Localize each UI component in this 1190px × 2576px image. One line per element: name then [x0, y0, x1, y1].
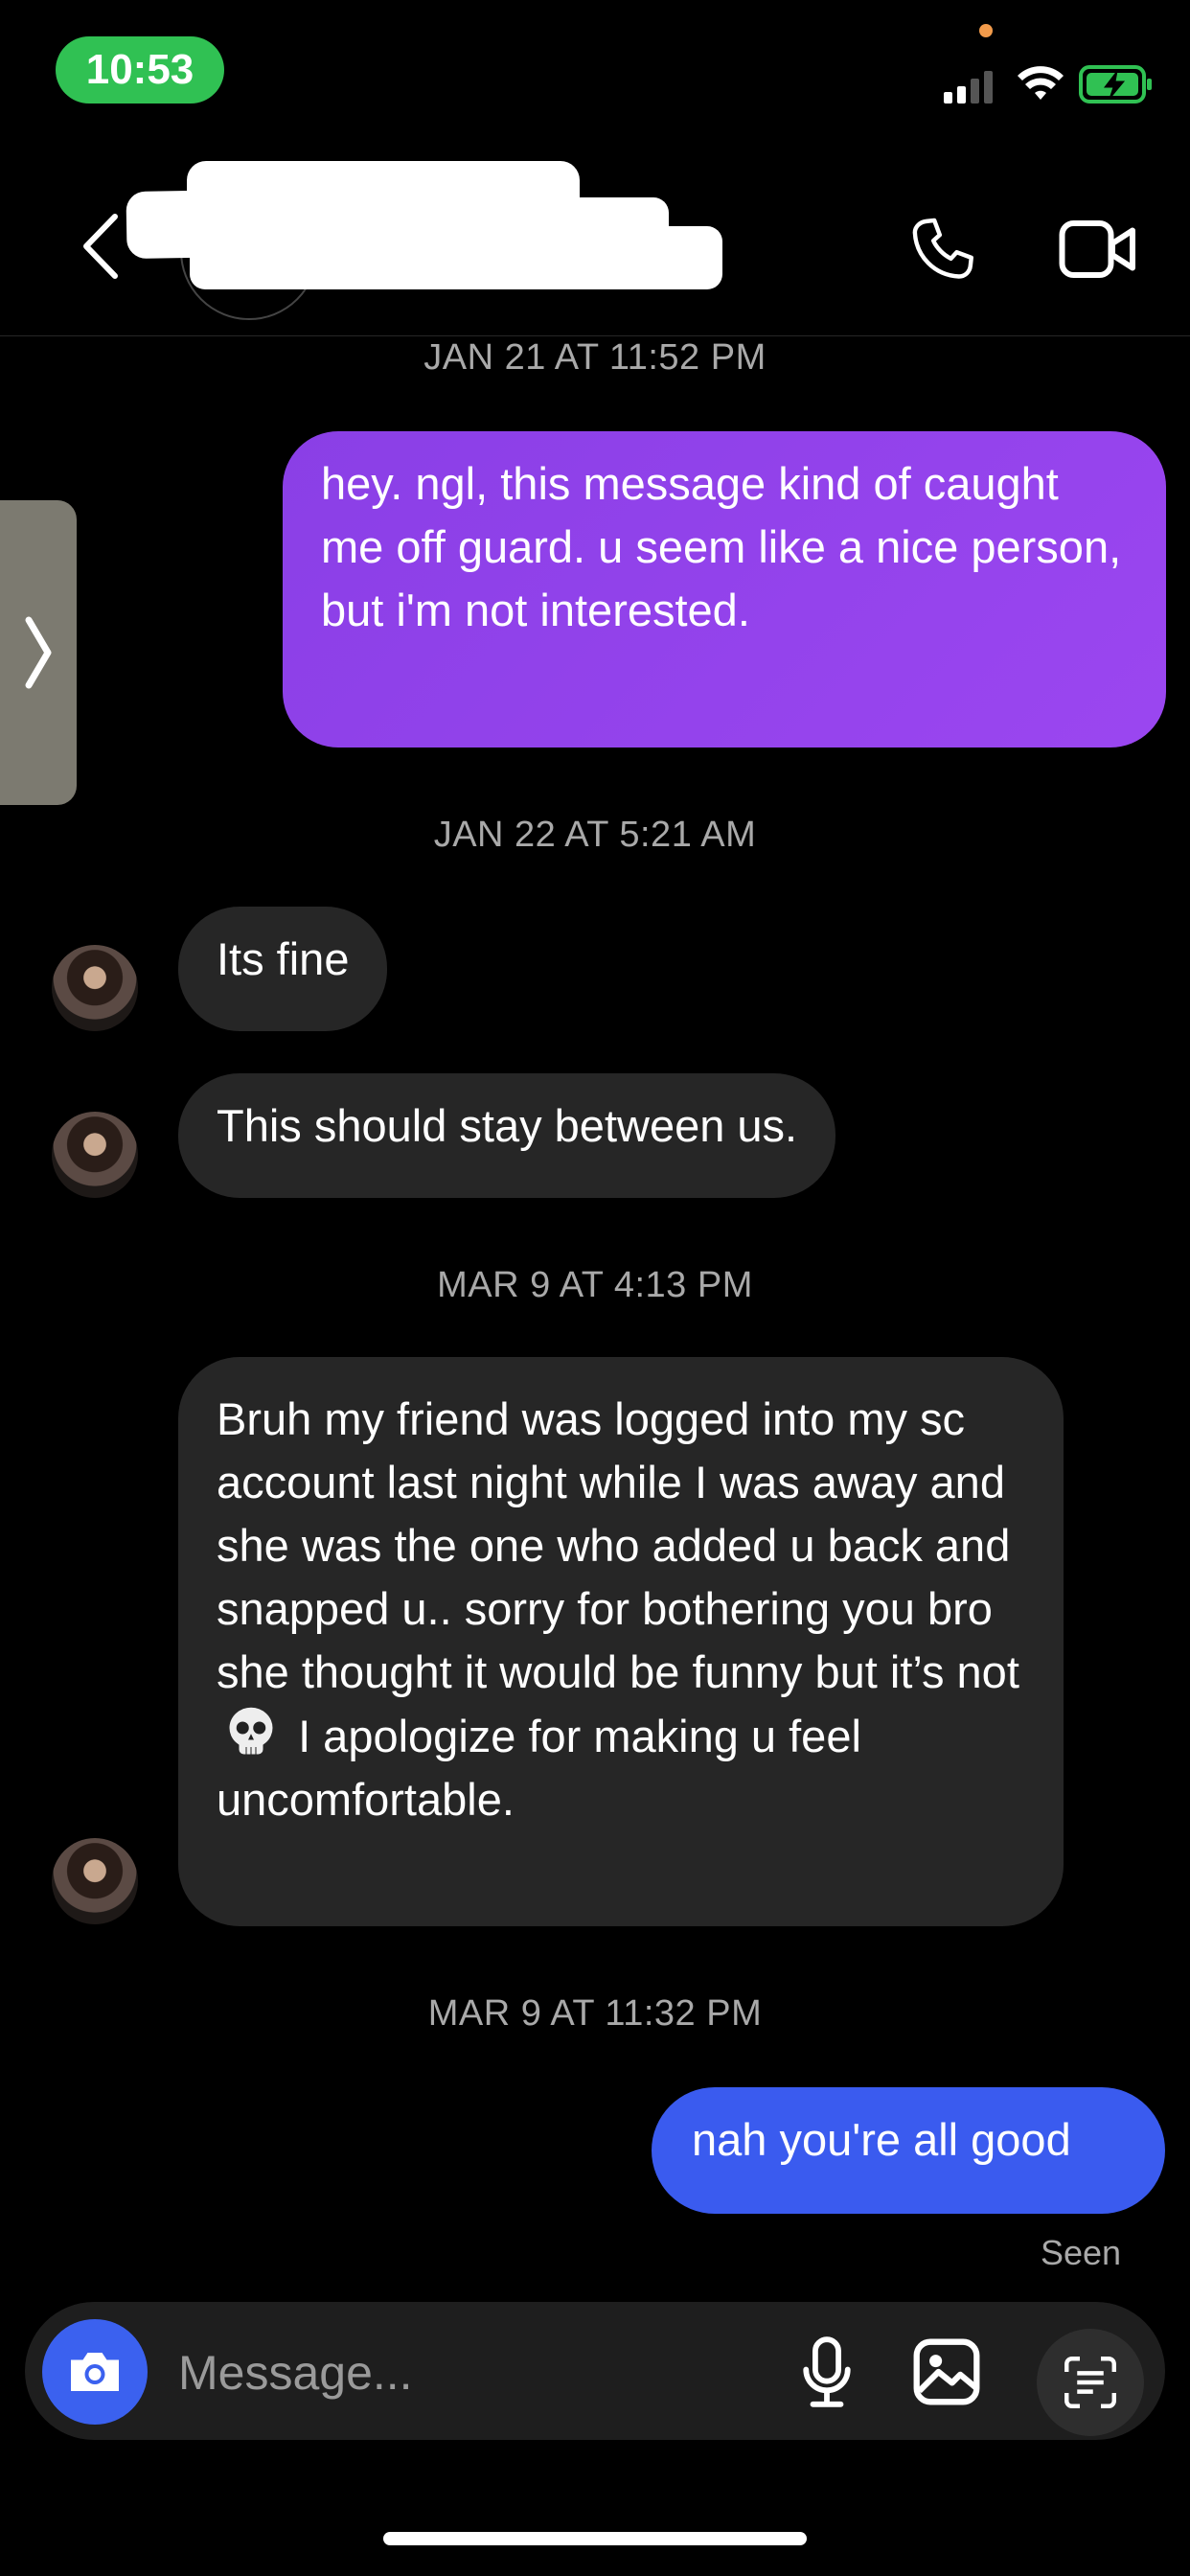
- timestamp: JAN 22 AT 5:21 AM: [433, 815, 757, 855]
- privacy-indicator-dot: [979, 24, 993, 37]
- received-message-bubble[interactable]: Bruh my friend was logged into my sc acc…: [178, 1357, 1064, 1926]
- camera-icon: [71, 2353, 119, 2391]
- sender-avatar[interactable]: [52, 945, 138, 1031]
- chevron-right-icon: [25, 616, 52, 689]
- microphone-icon[interactable]: [799, 2334, 855, 2409]
- image-icon[interactable]: [910, 2336, 983, 2407]
- text-scan-icon: [1064, 2357, 1116, 2408]
- seen-receipt: Seen: [1041, 2233, 1122, 2272]
- skull-emoji-icon: [229, 1707, 273, 1755]
- side-drawer-handle[interactable]: [0, 500, 77, 805]
- home-indicator[interactable]: [383, 2532, 807, 2545]
- status-time: 10:53: [56, 36, 224, 104]
- cellular-signal-icon: [944, 71, 993, 104]
- sent-message-bubble[interactable]: hey. ngl, this message kind of caught me…: [283, 431, 1166, 748]
- message-text: Bruh my friend was logged into my sc acc…: [217, 1393, 1019, 1697]
- chevron-left-icon[interactable]: [79, 213, 121, 280]
- camera-button[interactable]: [42, 2319, 148, 2425]
- received-message-bubble[interactable]: Its fine: [178, 907, 388, 1031]
- timestamp: MAR 9 AT 11:32 PM: [427, 1993, 763, 2034]
- scan-text-button[interactable]: [1037, 2329, 1144, 2436]
- wifi-icon: [1018, 66, 1064, 100]
- received-message-bubble[interactable]: This should stay between us.: [178, 1073, 836, 1198]
- timestamp: JAN 21 AT 11:52 PM: [423, 337, 767, 378]
- sender-avatar[interactable]: [52, 1112, 138, 1198]
- message-input[interactable]: [176, 2338, 755, 2407]
- sent-message-bubble[interactable]: nah you're all good: [652, 2087, 1165, 2214]
- video-camera-icon[interactable]: [1058, 217, 1138, 282]
- battery-charging-icon: [1079, 65, 1152, 104]
- message-text: I apologize for making u feel uncomforta…: [217, 1711, 861, 1825]
- sender-avatar[interactable]: [52, 1838, 138, 1924]
- timestamp: MAR 9 AT 4:13 PM: [437, 1265, 753, 1305]
- phone-icon[interactable]: [906, 213, 979, 286]
